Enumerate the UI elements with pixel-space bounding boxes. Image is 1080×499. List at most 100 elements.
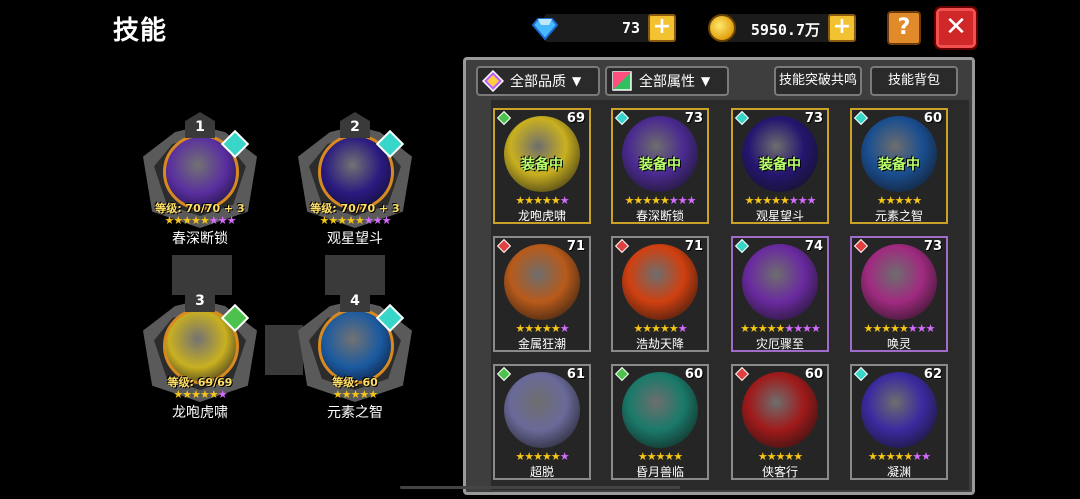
element-diamond-icon: [614, 238, 630, 254]
skill-level: 62: [923, 367, 942, 382]
coin-icon: [708, 14, 736, 42]
skill-name: 昏月兽临: [635, 465, 684, 479]
skill-orb-icon: [742, 372, 818, 448]
skill-card[interactable]: 73 ★★★★★★★★ 唤灵: [850, 236, 948, 352]
skill-level: 60: [804, 367, 823, 382]
skill-name: 金属狂潮: [517, 337, 566, 351]
skill-level: 69: [566, 111, 585, 126]
quality-filter-label: 全部品质: [510, 74, 566, 90]
element-diamond-icon: [853, 366, 869, 382]
skill-orb-icon: [504, 372, 580, 448]
skill-card[interactable]: 60 ★★★★★ 侠客行: [731, 364, 829, 480]
gem-counter: 73 +: [532, 14, 676, 42]
skill-name: 观星望斗: [755, 209, 804, 223]
add-gems-button[interactable]: +: [648, 14, 676, 42]
attribute-filter-dropdown[interactable]: 全部属性 ▼: [605, 66, 729, 96]
element-diamond-icon: [853, 110, 869, 126]
slot-number: 2: [340, 112, 370, 138]
element-diamond-icon: [496, 238, 512, 254]
skill-orb-icon: [742, 244, 818, 320]
star-rating: ★★★★★★★★: [744, 194, 817, 207]
skill-card[interactable]: 71 ★★★★★★ 浩劫天降: [611, 236, 709, 352]
skill-card[interactable]: 62 ★★★★★★★ 凝渊: [850, 364, 948, 480]
element-diamond-icon: [734, 110, 750, 126]
skill-orb-icon: [861, 244, 937, 320]
element-diamond-icon: [496, 110, 512, 126]
skill-card[interactable]: 69 装备中 ★★★★★★ 龙咆虎啸: [493, 108, 591, 224]
element-diamond-icon: [614, 366, 630, 382]
skill-name: 灾厄骤至: [755, 337, 804, 351]
skill-orb-icon: [622, 372, 698, 448]
equipped-tag: 装备中: [878, 157, 920, 173]
skill-name: 侠客行: [761, 465, 798, 479]
skill-bag-button[interactable]: 技能背包: [870, 66, 958, 96]
add-coins-button[interactable]: +: [828, 14, 856, 42]
star-rating: ★★★★★★★★: [164, 214, 237, 227]
quality-filter-dropdown[interactable]: 全部品质 ▼: [476, 66, 600, 96]
skill-card[interactable]: 73 装备中 ★★★★★★★★ 观星望斗: [731, 108, 829, 224]
star-rating: ★★★★★★★★: [863, 322, 936, 335]
star-rating: ★★★★★★: [515, 450, 569, 463]
skill-name: 超脱: [529, 465, 554, 479]
skill-name: 春深断锁: [635, 209, 684, 223]
coin-counter: 5950.7万 +: [708, 14, 856, 42]
skill-card[interactable]: 74 ★★★★★★★★★ 灾厄骤至: [731, 236, 829, 352]
skill-card[interactable]: 60 装备中 ★★★★★ 元素之智: [850, 108, 948, 224]
skill-level: 74: [804, 239, 823, 254]
element-diamond-icon: [734, 366, 750, 382]
star-rating: ★★★★★: [332, 388, 378, 401]
diamond-icon: [532, 18, 558, 41]
skill-level: 71: [684, 239, 703, 254]
skill-orb-icon: [622, 244, 698, 320]
skill-name: 龙咆虎啸: [517, 209, 566, 223]
skill-level: 73: [923, 239, 942, 254]
star-rating: ★★★★★★★★: [319, 214, 392, 227]
page-title: 技能: [113, 16, 168, 46]
skill-level: 71: [566, 239, 585, 254]
breakthrough-resonance-button[interactable]: 技能突破共鸣: [774, 66, 862, 96]
skill-orb-icon: [504, 244, 580, 320]
horizontal-scrollbar[interactable]: [400, 486, 680, 489]
slot-number: 4: [340, 286, 370, 312]
skill-level: 73: [684, 111, 703, 126]
skill-card[interactable]: 60 ★★★★★ 昏月兽临: [611, 364, 709, 480]
skill-card[interactable]: 73 装备中 ★★★★★★★★ 春深断锁: [611, 108, 709, 224]
equipped-slot-1[interactable]: 1 等级: 70/70 + 3 ★★★★★★★★ 春深断锁: [133, 108, 267, 248]
element-diamond-icon: [614, 110, 630, 126]
skill-name: 唤灵: [886, 337, 911, 351]
star-rating: ★★★★★★: [515, 194, 569, 207]
skill-orb-icon: [861, 372, 937, 448]
skill-card[interactable]: 71 ★★★★★★ 金属狂潮: [493, 236, 591, 352]
element-diamond-icon: [734, 238, 750, 254]
star-rating: ★★★★★★: [173, 388, 227, 401]
equipped-tag: 装备中: [759, 157, 801, 173]
attribute-filter-label: 全部属性: [639, 74, 695, 90]
attribute-square-icon: [612, 71, 632, 91]
close-button[interactable]: ✕: [936, 8, 976, 48]
slot-skill-name: 龙咆虎啸: [172, 405, 228, 421]
star-rating: ★★★★★★★★: [624, 194, 697, 207]
help-button[interactable]: ?: [887, 11, 921, 45]
gem-amount: 73: [621, 19, 640, 37]
star-rating: ★★★★★★★★★: [740, 322, 821, 335]
coin-amount: 5950.7万: [750, 21, 820, 39]
skill-level: 60: [923, 111, 942, 126]
equipped-tag: 装备中: [521, 157, 563, 173]
skill-level: 61: [566, 367, 585, 382]
skill-level: 73: [804, 111, 823, 126]
slot-skill-name: 春深断锁: [172, 231, 228, 247]
slot-number: 1: [185, 112, 215, 138]
element-diamond-icon: [496, 366, 512, 382]
equipped-slot-3[interactable]: 3 等级: 69/69 ★★★★★★ 龙咆虎啸: [133, 282, 267, 422]
equipped-slot-2[interactable]: 2 等级: 70/70 + 3 ★★★★★★★★ 观星望斗: [288, 108, 422, 248]
skill-card[interactable]: 61 ★★★★★★ 超脱: [493, 364, 591, 480]
equipped-slot-4[interactable]: 4 等级: 60 ★★★★★ 元素之智: [288, 282, 422, 422]
star-rating: ★★★★★: [757, 450, 803, 463]
chevron-down-icon: ▼: [701, 74, 711, 88]
element-diamond-icon: [853, 238, 869, 254]
equipped-tag: 装备中: [639, 157, 681, 173]
skill-level: 60: [684, 367, 703, 382]
chevron-down-icon: ▼: [572, 74, 582, 88]
star-rating: ★★★★★★★: [867, 450, 931, 463]
rainbow-diamond-icon: [482, 70, 504, 92]
